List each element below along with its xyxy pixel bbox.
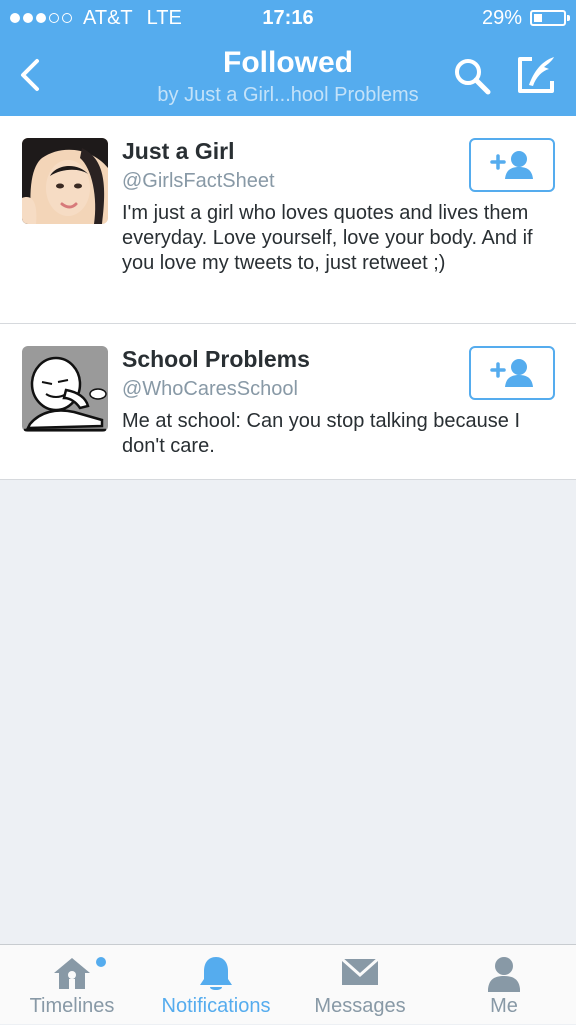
- user-name[interactable]: School Problems: [122, 346, 310, 373]
- new-tweets-badge: [96, 957, 106, 967]
- battery-percent: 29%: [481, 7, 522, 29]
- status-bar: AT&T LTE 17:16 29%: [0, 0, 576, 36]
- tab-timelines[interactable]: Timelines: [0, 945, 144, 1025]
- search-icon: [455, 59, 491, 95]
- bell-icon: [200, 957, 232, 990]
- avatar[interactable]: [22, 346, 108, 432]
- nav-bar: Followed by Just a Girl...hool Problems: [0, 36, 576, 116]
- tab-me[interactable]: Me: [432, 945, 576, 1025]
- tab-bar: Timelines Notifications Messages Me: [0, 944, 576, 1024]
- follow-button[interactable]: [469, 138, 555, 192]
- add-user-icon: [490, 151, 533, 179]
- follow-button[interactable]: [469, 346, 555, 400]
- user-handle: @WhoCaresSchool: [122, 378, 298, 400]
- home-icon: [54, 958, 90, 989]
- tab-notifications[interactable]: Notifications: [144, 945, 288, 1025]
- tab-label: Timelines: [29, 995, 115, 1017]
- user-row[interactable]: School Problems @WhoCaresSchool Me at sc…: [0, 324, 576, 480]
- tab-label: Messages: [314, 995, 406, 1017]
- user-bio: Me at school: Can you stop talking becau…: [122, 410, 521, 457]
- person-icon: [488, 957, 520, 992]
- compose-button[interactable]: [512, 52, 562, 98]
- compose-icon: [518, 57, 554, 93]
- battery-icon: [530, 10, 570, 26]
- avatar[interactable]: [22, 138, 108, 224]
- search-button[interactable]: [448, 54, 496, 98]
- header: AT&T LTE 17:16 29% Followed by Just a Gi…: [0, 0, 576, 116]
- user-handle: @GirlsFactSheet: [122, 170, 275, 192]
- user-list: Just a Girl @GirlsFactSheet I'm just a g…: [0, 116, 576, 480]
- envelope-icon: [341, 957, 379, 985]
- add-user-icon: [490, 359, 533, 387]
- tab-messages[interactable]: Messages: [288, 945, 432, 1025]
- user-row[interactable]: Just a Girl @GirlsFactSheet I'm just a g…: [0, 116, 576, 324]
- user-name[interactable]: Just a Girl: [122, 138, 234, 165]
- tab-label: Notifications: [161, 995, 271, 1017]
- tab-label: Me: [490, 995, 518, 1017]
- user-bio: I'm just a girl who loves quotes and liv…: [122, 202, 533, 274]
